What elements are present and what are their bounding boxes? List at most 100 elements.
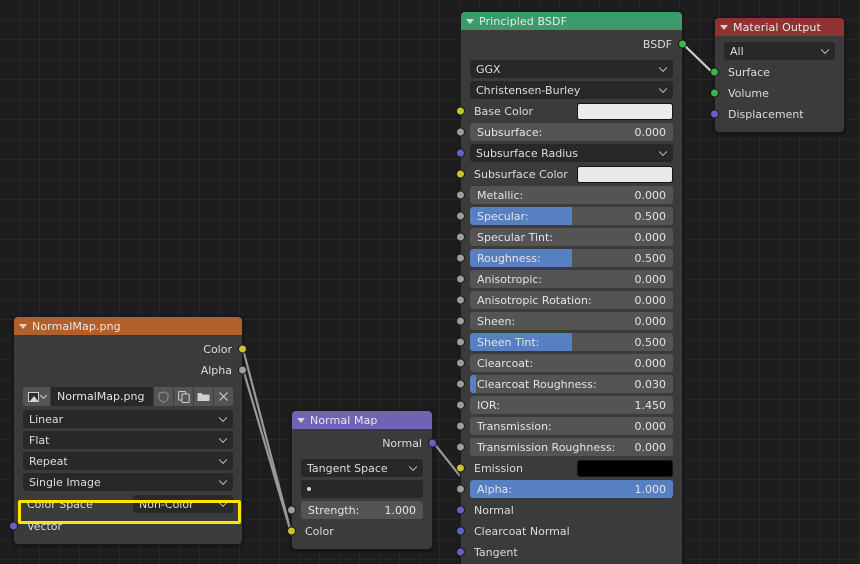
shield-icon[interactable] — [154, 387, 173, 406]
node-header-image-texture[interactable]: NormalMap.png — [14, 317, 242, 335]
close-icon[interactable] — [214, 387, 233, 406]
socket-out-bsdf[interactable] — [678, 40, 687, 49]
input-volume[interactable]: Volume — [724, 83, 835, 103]
socket-in-roughness[interactable] — [456, 254, 465, 263]
anisotropic-rotation-slider[interactable]: Anisotropic Rotation:0.000 — [470, 291, 673, 309]
node-header-principled-bsdf[interactable]: Principled BSDF — [461, 12, 682, 30]
subsurface-slider[interactable]: Subsurface:0.000 — [470, 123, 673, 141]
dropdown-subsurface-method[interactable]: Christensen-Burley — [470, 80, 673, 100]
image-datablock-row[interactable]: NormalMap.png — [23, 387, 233, 406]
input-strength[interactable]: Strength: 1.000 — [301, 500, 423, 520]
input-base-color[interactable]: Base Color — [470, 101, 673, 121]
input-subsurface-radius[interactable]: Subsurface Radius — [470, 143, 673, 163]
subsurface-radius-select[interactable]: Subsurface Radius — [470, 144, 673, 162]
input-subsurface[interactable]: Subsurface:0.000 — [470, 122, 673, 142]
collapse-triangle-icon[interactable] — [720, 25, 728, 30]
socket-in-specular[interactable] — [456, 212, 465, 221]
node-normal-map[interactable]: Normal Map Normal Tangent Space — [291, 410, 433, 550]
input-clearcoat-roughness[interactable]: Clearcoat Roughness:0.030 — [470, 374, 673, 394]
input-emission[interactable]: Emission — [470, 458, 673, 478]
dropdown-space[interactable]: Tangent Space — [301, 458, 423, 478]
metallic-slider[interactable]: Metallic:0.000 — [470, 186, 673, 204]
image-icon[interactable] — [23, 387, 50, 406]
input-clearcoat[interactable]: Clearcoat:0.000 — [470, 353, 673, 373]
input-clearcoat-normal[interactable]: Clearcoat Normal — [470, 521, 673, 541]
dropdown-distribution[interactable]: GGX — [470, 59, 673, 79]
clearcoat-roughness-slider[interactable]: Clearcoat Roughness:0.030 — [470, 375, 673, 393]
dropdown-projection[interactable]: Flat — [23, 430, 233, 450]
node-header-material-output[interactable]: Material Output — [715, 18, 844, 36]
output-normal[interactable]: Normal — [301, 433, 423, 453]
input-tangent[interactable]: Tangent — [470, 542, 673, 562]
input-transmission-roughness[interactable]: Transmission Roughness:0.000 — [470, 437, 673, 457]
input-normal[interactable]: Normal — [470, 500, 673, 520]
strength-slider[interactable]: Strength: 1.000 — [301, 501, 423, 519]
input-metallic[interactable]: Metallic:0.000 — [470, 185, 673, 205]
socket-in-metallic[interactable] — [456, 191, 465, 200]
socket-in-base-color[interactable] — [456, 107, 465, 116]
node-material-output[interactable]: Material Output All Surface Volume Displ… — [714, 17, 845, 133]
socket-in-ior[interactable] — [456, 401, 465, 410]
folder-icon[interactable] — [194, 387, 213, 406]
socket-in-anisotropic-rotation[interactable] — [456, 296, 465, 305]
collapse-triangle-icon[interactable] — [19, 324, 27, 329]
input-sheen[interactable]: Sheen:0.000 — [470, 311, 673, 331]
input-anisotropic-rotation[interactable]: Anisotropic Rotation:0.000 — [470, 290, 673, 310]
socket-in-clearcoat[interactable] — [456, 359, 465, 368]
space-select[interactable]: Tangent Space — [301, 459, 423, 477]
node-image-texture[interactable]: NormalMap.png Color Alpha NormalMap.png — [13, 316, 243, 545]
dropdown-source[interactable]: Single Image — [23, 472, 233, 492]
collapse-triangle-icon[interactable] — [466, 19, 474, 24]
input-roughness[interactable]: Roughness:0.500 — [470, 248, 673, 268]
input-ior[interactable]: IOR:1.450 — [470, 395, 673, 415]
socket-in-clearcoat-roughness[interactable] — [456, 380, 465, 389]
input-sheen-tint[interactable]: Sheen Tint:0.500 — [470, 332, 673, 352]
chevron-down-icon[interactable] — [39, 392, 46, 399]
input-specular-tint[interactable]: Specular Tint:0.000 — [470, 227, 673, 247]
copy-icon[interactable] — [174, 387, 193, 406]
node-header-normal-map[interactable]: Normal Map — [292, 411, 432, 429]
socket-in-surface[interactable] — [710, 68, 719, 77]
roughness-slider[interactable]: Roughness:0.500 — [470, 249, 673, 267]
socket-in-transmission[interactable] — [456, 422, 465, 431]
specular-tint-slider[interactable]: Specular Tint:0.000 — [470, 228, 673, 246]
socket-in-volume[interactable] — [710, 89, 719, 98]
socket-in-sheen-tint[interactable] — [456, 338, 465, 347]
socket-in-specular-tint[interactable] — [456, 233, 465, 242]
node-principled-bsdf[interactable]: Principled BSDF BSDF GGX Christensen-Bur… — [460, 11, 683, 564]
socket-in-subsurface-color[interactable] — [456, 170, 465, 179]
anisotropic-slider[interactable]: Anisotropic:0.000 — [470, 270, 673, 288]
transmission-roughness-slider[interactable]: Transmission Roughness:0.000 — [470, 438, 673, 456]
socket-in-vector[interactable] — [9, 522, 18, 531]
socket-out-color[interactable] — [238, 345, 247, 354]
dropdown-interpolation[interactable]: Linear — [23, 409, 233, 429]
input-surface[interactable]: Surface — [724, 62, 835, 82]
sheen-slider[interactable]: Sheen:0.000 — [470, 312, 673, 330]
input-displacement[interactable]: Displacement — [724, 104, 835, 124]
projection-select[interactable]: Flat — [23, 431, 233, 449]
socket-in-sheen[interactable] — [456, 317, 465, 326]
input-specular[interactable]: Specular:0.500 — [470, 206, 673, 226]
socket-in-displacement[interactable] — [710, 110, 719, 119]
clearcoat-slider[interactable]: Clearcoat:0.000 — [470, 354, 673, 372]
shader-node-editor[interactable]: NormalMap.png Color Alpha NormalMap.png — [0, 0, 860, 564]
input-color[interactable]: Color — [301, 521, 423, 541]
base-color-swatch[interactable] — [577, 103, 673, 120]
socket-out-normal[interactable] — [428, 439, 437, 448]
extension-select[interactable]: Repeat — [23, 452, 233, 470]
input-anisotropic[interactable]: Anisotropic:0.000 — [470, 269, 673, 289]
emission-swatch[interactable] — [577, 460, 673, 477]
target-select[interactable]: All — [724, 42, 835, 60]
socket-in-color[interactable] — [287, 527, 296, 536]
specular-slider[interactable]: Specular:0.500 — [470, 207, 673, 225]
socket-in-tangent[interactable] — [456, 548, 465, 557]
input-subsurface-color[interactable]: Subsurface Color — [470, 164, 673, 184]
distribution-select[interactable]: GGX — [470, 60, 673, 78]
source-select[interactable]: Single Image — [23, 473, 233, 491]
socket-in-subsurface-radius[interactable] — [456, 149, 465, 158]
color-space-row[interactable]: Color Space Non-Color — [23, 494, 233, 514]
output-color[interactable]: Color — [23, 339, 233, 359]
output-alpha[interactable]: Alpha — [23, 360, 233, 380]
socket-in-clearcoat-normal[interactable] — [456, 527, 465, 536]
socket-in-subsurface[interactable] — [456, 128, 465, 137]
